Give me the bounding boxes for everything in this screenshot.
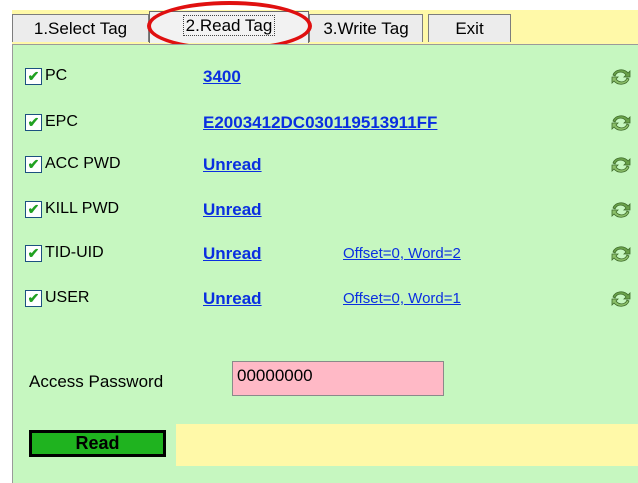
row-label-acc-pwd: ACC PWD	[45, 155, 121, 172]
value-tid-uid[interactable]: Unread	[203, 244, 262, 264]
row-label-user: USER	[45, 289, 90, 306]
value-user[interactable]: Unread	[203, 289, 262, 309]
checkbox-kill-pwd[interactable]: ✔	[25, 201, 42, 218]
row-kill-pwd: ✔ KILL PWD Unread	[13, 195, 638, 225]
read-tag-panel: ✔ PC 3400 ✔ EPC E2003412DC030119513911FF…	[12, 44, 638, 483]
value-pc[interactable]: 3400	[203, 67, 241, 87]
status-bar	[176, 424, 638, 466]
access-password-input[interactable]: 00000000	[232, 361, 444, 396]
refresh-icon[interactable]	[609, 242, 633, 266]
value-acc-pwd[interactable]: Unread	[203, 155, 262, 175]
row-label-pc: PC	[45, 67, 68, 84]
row-epc: ✔ EPC E2003412DC030119513911FF	[13, 108, 638, 138]
tab-strip: 1.Select Tag 2.Read Tag 3.Write Tag Exit	[12, 10, 638, 44]
checkbox-pc[interactable]: ✔	[25, 68, 42, 85]
offset-link-tid-uid[interactable]: Offset=0, Word=2	[343, 245, 461, 262]
tab-exit[interactable]: Exit	[428, 14, 511, 42]
refresh-icon[interactable]	[609, 198, 633, 222]
refresh-icon[interactable]	[609, 65, 633, 89]
row-label-tid-uid: TID-UID	[45, 244, 104, 261]
checkbox-user[interactable]: ✔	[25, 290, 42, 307]
row-user: ✔ USER Unread Offset=0, Word=1	[13, 284, 638, 314]
offset-link-user[interactable]: Offset=0, Word=1	[343, 290, 461, 307]
row-pc: ✔ PC 3400	[13, 62, 638, 92]
row-label-epc: EPC	[45, 113, 78, 130]
refresh-icon[interactable]	[609, 287, 633, 311]
read-button[interactable]: Read	[29, 430, 166, 457]
refresh-icon[interactable]	[609, 153, 633, 177]
checkbox-tid-uid[interactable]: ✔	[25, 245, 42, 262]
value-kill-pwd[interactable]: Unread	[203, 200, 262, 220]
row-label-kill-pwd: KILL PWD	[45, 200, 120, 217]
tab-write-tag[interactable]: 3.Write Tag	[309, 14, 423, 42]
tab-select-tag[interactable]: 1.Select Tag	[12, 14, 149, 42]
row-acc-pwd: ✔ ACC PWD Unread	[13, 150, 638, 180]
value-epc[interactable]: E2003412DC030119513911FF	[203, 113, 437, 133]
refresh-icon[interactable]	[609, 111, 633, 135]
row-tid-uid: ✔ TID-UID Unread Offset=0, Word=2	[13, 239, 638, 269]
access-password-label: Access Password	[29, 372, 164, 391]
checkbox-acc-pwd[interactable]: ✔	[25, 156, 42, 173]
tab-read-tag-label: 2.Read Tag	[182, 15, 276, 36]
checkbox-epc[interactable]: ✔	[25, 114, 42, 131]
tab-read-tag[interactable]: 2.Read Tag	[149, 11, 309, 43]
